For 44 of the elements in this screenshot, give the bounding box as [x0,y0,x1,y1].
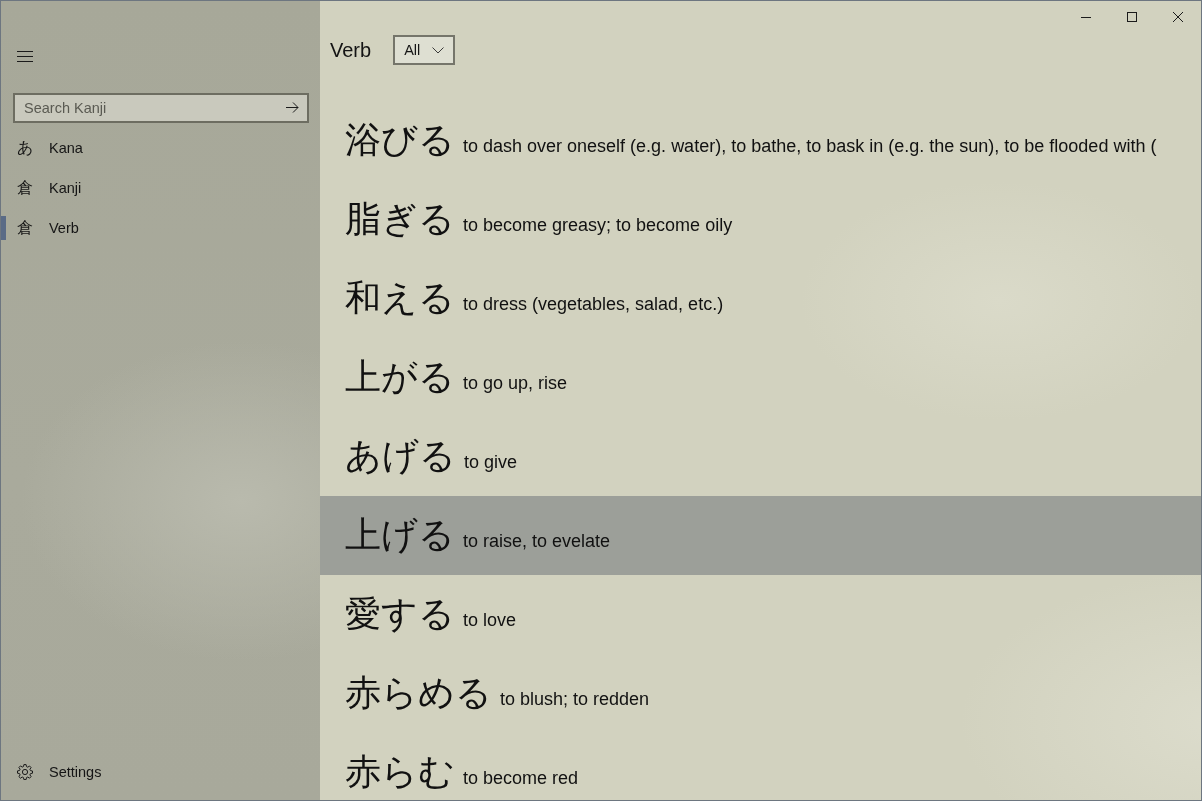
verb-meaning: to dash over oneself (e.g. water), to bathe, to bask in (e.g. the sun), to be flooded with ( [463,136,1157,157]
sidebar-item[interactable]: 倉 Kanji [1,168,320,208]
verb-list-item[interactable]: 上げる to raise, to evelate [320,496,1201,575]
verb-word: 愛する [345,593,455,636]
settings-icon [17,764,33,780]
verb-meaning: to dress (vegetables, salad, etc.) [463,294,724,315]
maximize-icon [1127,12,1137,22]
arrow-icon[interactable] [286,102,299,113]
caret-icon [432,46,445,54]
sidebar-item[interactable]: あ Kana [1,128,320,168]
verb-list-item[interactable]: 脂ぎる to become greasy; to become oily [320,180,1201,259]
verb-word: あげる [345,435,456,478]
verb-list-item[interactable]: 和える to dress (vegetables, salad, etc.) [320,259,1201,338]
verb-meaning: to blush; to redden [500,689,650,710]
search-field[interactable]: Search Kanji [13,93,309,123]
sidebar-item[interactable]: 倉 Verb [1,208,320,248]
verb-list-item[interactable]: あげる to give [320,417,1201,496]
verb-list-item[interactable]: 赤らめる to blush; to redden [320,654,1201,733]
filter-dropdown[interactable]: All [393,35,456,65]
verb-word: 上がる [345,356,455,399]
glyph-icon: 倉 [17,180,33,196]
verb-meaning: to become greasy; to become oily [463,215,733,236]
menu-icon [17,50,33,62]
settings-button[interactable]: Settings [1,752,320,792]
page-title: Verb [330,38,372,62]
verb-list-item[interactable]: 愛する to love [320,575,1201,654]
minimize-icon [1081,16,1091,18]
verb-word: 浴びる [345,119,455,162]
close-icon [1173,12,1183,22]
verb-word: 赤らめる [345,672,492,715]
verb-meaning: to love [463,610,517,631]
verb-word: 脂ぎる [345,198,455,241]
verb-meaning: to go up, rise [463,373,568,394]
verb-word: 赤らむ [345,751,455,794]
verb-list-item[interactable]: 上がる to go up, rise [320,338,1201,417]
verb-meaning: to become red [463,768,579,789]
verb-word: 和える [345,277,455,320]
verb-list-item[interactable]: 赤らむ to become red [320,733,1201,800]
verb-list-item[interactable]: 浴びる to dash over oneself (e.g. water), to bathe, to bask in (e.g. the sun), to be flooded with ( [320,101,1201,180]
glyph-icon: あ [17,140,33,156]
glyph-icon: 倉 [17,220,33,236]
verb-meaning: to give [464,452,518,473]
verb-word: 上げる [345,514,455,557]
verb-meaning: to raise, to evelate [463,531,611,552]
